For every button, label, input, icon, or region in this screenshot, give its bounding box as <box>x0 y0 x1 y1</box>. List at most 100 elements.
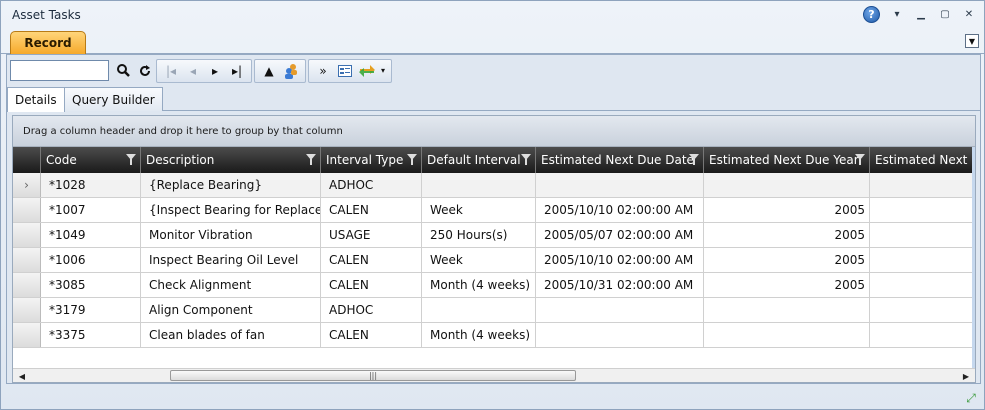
row-selector[interactable] <box>13 273 41 297</box>
row-selector[interactable]: › <box>13 173 41 197</box>
filter-icon[interactable] <box>855 154 865 165</box>
cell-next-d[interactable] <box>870 223 975 247</box>
search-input[interactable] <box>10 60 109 81</box>
cell-description[interactable]: Monitor Vibration <box>141 223 321 247</box>
cell-next-due-date[interactable] <box>536 173 704 197</box>
cell-next-due-year[interactable]: 2005 <box>704 198 870 222</box>
table-row[interactable]: › *1028 {Replace Bearing} ADHOC <box>13 173 975 198</box>
row-selector[interactable] <box>13 298 41 322</box>
cell-code[interactable]: *3179 <box>41 298 141 322</box>
cell-next-d[interactable] <box>870 173 975 197</box>
table-row[interactable]: *1007 {Inspect Bearing for Replacem CALEN W… <box>13 198 975 223</box>
tab-query-builder[interactable]: Query Builder <box>64 87 163 111</box>
cell-interval-type[interactable]: CALEN <box>321 273 422 297</box>
cell-description[interactable]: Align Component <box>141 298 321 322</box>
cell-default-interval[interactable]: Month (4 weeks) <box>422 323 536 347</box>
cell-next-due-date[interactable] <box>536 323 704 347</box>
filter-icon[interactable] <box>689 154 699 165</box>
table-row[interactable]: *1006 Inspect Bearing Oil Level CALEN Week 2… <box>13 248 975 273</box>
cell-default-interval[interactable] <box>422 173 536 197</box>
table-row[interactable]: *3179 Align Component ADHOC <box>13 298 975 323</box>
form-view-icon[interactable] <box>334 61 356 81</box>
cell-description[interactable]: {Replace Bearing} <box>141 173 321 197</box>
first-record-icon[interactable]: |◂ <box>160 61 182 81</box>
filter-icon[interactable] <box>407 154 417 165</box>
row-selector[interactable] <box>13 223 41 247</box>
cell-code[interactable]: *1028 <box>41 173 141 197</box>
filter-icon[interactable] <box>306 154 316 165</box>
cell-description[interactable]: Clean blades of fan <box>141 323 321 347</box>
scroll-right-icon[interactable]: ▶ <box>959 369 973 383</box>
cell-code[interactable]: *3085 <box>41 273 141 297</box>
cell-interval-type[interactable]: CALEN <box>321 248 422 272</box>
cell-description[interactable]: Check Alignment <box>141 273 321 297</box>
fast-forward-icon[interactable]: » <box>312 61 334 81</box>
table-row[interactable]: *1049 Monitor Vibration USAGE 250 Hours(s) 2… <box>13 223 975 248</box>
minimize-icon[interactable]: ▁ <box>914 8 928 22</box>
table-row[interactable]: *3085 Check Alignment CALEN Month (4 weeks)… <box>13 273 975 298</box>
tab-menu-icon[interactable]: ▼ <box>965 34 979 48</box>
group-by-panel[interactable]: Drag a column header and drop it here to… <box>13 116 975 147</box>
previous-record-icon[interactable]: ◂ <box>182 61 204 81</box>
cell-interval-type[interactable]: ADHOC <box>321 298 422 322</box>
cell-next-d[interactable] <box>870 198 975 222</box>
cell-next-due-date[interactable]: 2005/10/10 02:00:00 AM <box>536 248 704 272</box>
row-selector[interactable] <box>13 248 41 272</box>
collapse-up-icon[interactable]: ▲ <box>258 61 280 81</box>
cell-next-d[interactable] <box>870 298 975 322</box>
expand-icon[interactable]: ⤢ <box>963 390 979 406</box>
horizontal-scrollbar[interactable]: ◀ ||| ▶ <box>13 368 975 382</box>
scroll-thumb[interactable]: ||| <box>170 370 576 381</box>
cell-interval-type[interactable]: CALEN <box>321 323 422 347</box>
cell-interval-type[interactable]: ADHOC <box>321 173 422 197</box>
column-header-next-d[interactable]: Estimated Next D <box>870 147 975 173</box>
cell-next-due-year[interactable]: 2005 <box>704 273 870 297</box>
users-icon[interactable] <box>280 61 302 81</box>
scroll-left-icon[interactable]: ◀ <box>15 369 29 383</box>
column-header-next-due-date[interactable]: Estimated Next Due Date <box>536 147 704 173</box>
cell-description[interactable]: {Inspect Bearing for Replacem <box>141 198 321 222</box>
cell-next-due-year[interactable] <box>704 298 870 322</box>
cell-code[interactable]: *3375 <box>41 323 141 347</box>
last-record-icon[interactable]: ▸| <box>226 61 248 81</box>
cell-code[interactable]: *1007 <box>41 198 141 222</box>
search-icon[interactable] <box>112 61 134 81</box>
row-selector[interactable] <box>13 198 41 222</box>
cell-next-due-date[interactable]: 2005/05/07 02:00:00 AM <box>536 223 704 247</box>
cell-default-interval[interactable]: 250 Hours(s) <box>422 223 536 247</box>
filter-icon[interactable] <box>126 154 136 165</box>
filter-icon[interactable] <box>521 154 531 165</box>
tab-details[interactable]: Details <box>7 87 65 112</box>
refresh-icon[interactable] <box>134 61 156 81</box>
column-header-code[interactable]: Code <box>41 147 141 173</box>
column-header-interval-type[interactable]: Interval Type <box>321 147 422 173</box>
row-selector[interactable] <box>13 323 41 347</box>
cell-default-interval[interactable]: Week <box>422 198 536 222</box>
help-dropdown-icon[interactable]: ▾ <box>890 8 904 22</box>
cell-next-due-year[interactable] <box>704 323 870 347</box>
sync-icon[interactable] <box>356 61 378 81</box>
cell-interval-type[interactable]: CALEN <box>321 198 422 222</box>
next-record-icon[interactable]: ▸ <box>204 61 226 81</box>
maximize-icon[interactable]: ▢ <box>938 8 952 22</box>
cell-interval-type[interactable]: USAGE <box>321 223 422 247</box>
cell-next-due-date[interactable]: 2005/10/31 02:00:00 AM <box>536 273 704 297</box>
close-icon[interactable]: ✕ <box>962 8 976 22</box>
cell-default-interval[interactable]: Month (4 weeks) <box>422 273 536 297</box>
table-row[interactable]: *3375 Clean blades of fan CALEN Month (4 we… <box>13 323 975 348</box>
cell-code[interactable]: *1006 <box>41 248 141 272</box>
cell-default-interval[interactable] <box>422 298 536 322</box>
cell-next-due-date[interactable]: 2005/10/10 02:00:00 AM <box>536 198 704 222</box>
vertical-scrollbar[interactable] <box>972 147 975 368</box>
cell-next-d[interactable] <box>870 273 975 297</box>
cell-default-interval[interactable]: Week <box>422 248 536 272</box>
help-icon[interactable]: ? <box>863 6 880 23</box>
tab-record[interactable]: Record <box>10 31 86 54</box>
cell-code[interactable]: *1049 <box>41 223 141 247</box>
cell-next-d[interactable] <box>870 248 975 272</box>
cell-next-due-year[interactable]: 2005 <box>704 223 870 247</box>
cell-next-d[interactable] <box>870 323 975 347</box>
cell-next-due-year[interactable]: 2005 <box>704 248 870 272</box>
column-header-next-due-year[interactable]: Estimated Next Due Year <box>704 147 870 173</box>
cell-next-due-date[interactable] <box>536 298 704 322</box>
